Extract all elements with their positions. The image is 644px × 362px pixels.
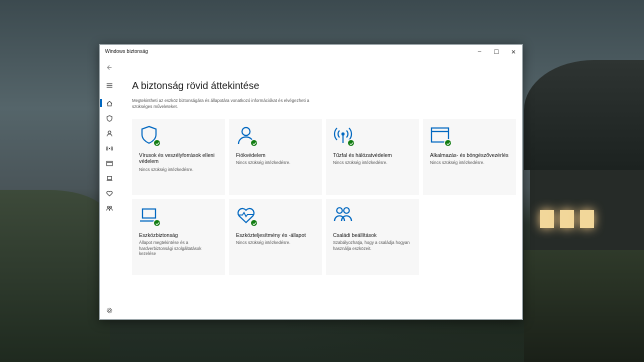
card-title: Eszközteljesítmény és -állapot — [236, 233, 306, 240]
card-icon-wrapper — [139, 125, 161, 148]
shield-icon — [106, 114, 112, 122]
device-icon — [106, 175, 112, 181]
checkmark-icon — [250, 139, 258, 148]
card-device-performance-health[interactable]: Eszközteljesítmény és -állapot Nincs szü… — [229, 199, 322, 276]
page-title: A biztonság rövid áttekintése — [132, 81, 260, 92]
close-button[interactable]: ✕ — [505, 45, 522, 59]
title-bar[interactable]: Windows biztonság – ☐ ✕ — [100, 45, 522, 59]
wallpaper-ground — [524, 250, 644, 362]
home-icon — [106, 100, 112, 106]
card-icon-wrapper — [333, 125, 355, 148]
card-title: Vírusok és veszélyforrások elleni védele… — [139, 153, 215, 166]
maximize-button[interactable]: ☐ — [488, 45, 505, 59]
wallpaper-hill — [0, 190, 110, 362]
minimize-button[interactable]: – — [471, 45, 488, 59]
family-icon — [333, 207, 353, 222]
app-browser-icon — [105, 160, 113, 166]
wifi-signal-icon — [105, 145, 113, 151]
card-icon-wrapper — [139, 205, 161, 228]
family-icon — [105, 205, 113, 211]
card-title: Fiókvédelem — [236, 153, 266, 160]
card-virus-threat-protection[interactable]: Vírusok és veszélyforrások elleni védele… — [132, 119, 225, 196]
card-title: Alkalmazás- és böngészővezérlés — [430, 153, 509, 160]
windows-security-window: Windows biztonság – ☐ ✕ A biztonság rövi… — [99, 44, 523, 320]
checkmark-icon — [347, 139, 355, 148]
card-status: Nincs szükség intézkedésre. — [236, 240, 291, 246]
back-arrow-icon — [106, 64, 112, 70]
card-status: Szabályozhatja, hogy a családja hogyan h… — [333, 240, 410, 251]
card-status: Nincs szükség intézkedésre. — [139, 166, 194, 172]
checkmark-icon — [250, 219, 258, 228]
settings-gear-icon — [106, 307, 112, 313]
checkmark-icon — [153, 219, 161, 228]
person-icon — [106, 130, 112, 136]
card-icon-wrapper — [236, 125, 258, 148]
card-device-security[interactable]: Eszközbiztonság Állapot megtekintése és … — [132, 199, 225, 276]
card-account-protection[interactable]: Fiókvédelem Nincs szükség intézkedésre. — [229, 119, 322, 196]
card-family-options[interactable]: Családi beállítások Szabályozhatja, hogy… — [326, 199, 419, 276]
wallpaper-lit-window — [560, 210, 574, 228]
card-status: Nincs szükség intézkedésre. — [430, 160, 485, 166]
card-icon-wrapper — [333, 205, 355, 227]
wallpaper-lit-window — [580, 210, 594, 228]
card-firewall-network-protection[interactable]: Tűzfal és hálózatvédelem Nincs szükség i… — [326, 119, 419, 196]
active-indicator — [100, 99, 102, 107]
checkmark-icon — [153, 139, 161, 148]
card-icon-wrapper — [236, 205, 258, 228]
card-title: Tűzfal és hálózatvédelem — [333, 153, 392, 160]
window-title: Windows biztonság — [105, 49, 149, 55]
wallpaper-roof — [524, 60, 644, 170]
sidebar — [100, 59, 115, 319]
checkmark-icon — [444, 139, 452, 148]
security-cards-grid: Vírusok és veszélyforrások elleni védele… — [132, 119, 516, 276]
hamburger-menu-icon — [106, 82, 112, 88]
card-status: Nincs szükség intézkedésre. — [333, 160, 388, 166]
card-title: Családi beállítások — [333, 233, 377, 240]
heart-icon — [106, 190, 112, 196]
card-status: Nincs szükség intézkedésre. — [236, 160, 291, 166]
card-app-browser-control[interactable]: Alkalmazás- és böngészővezérlés Nincs sz… — [423, 119, 516, 196]
wallpaper-house — [524, 60, 644, 260]
card-icon-wrapper — [430, 125, 452, 148]
card-title: Eszközbiztonság — [139, 233, 178, 240]
main-content: A biztonság rövid áttekintése Megtekinth… — [115, 59, 522, 319]
card-status: Állapot megtekintése és a hardverbiztons… — [139, 240, 202, 256]
page-description: Megtekintheti az eszköz biztonságára és … — [132, 98, 310, 109]
wallpaper-lit-window — [540, 210, 554, 228]
